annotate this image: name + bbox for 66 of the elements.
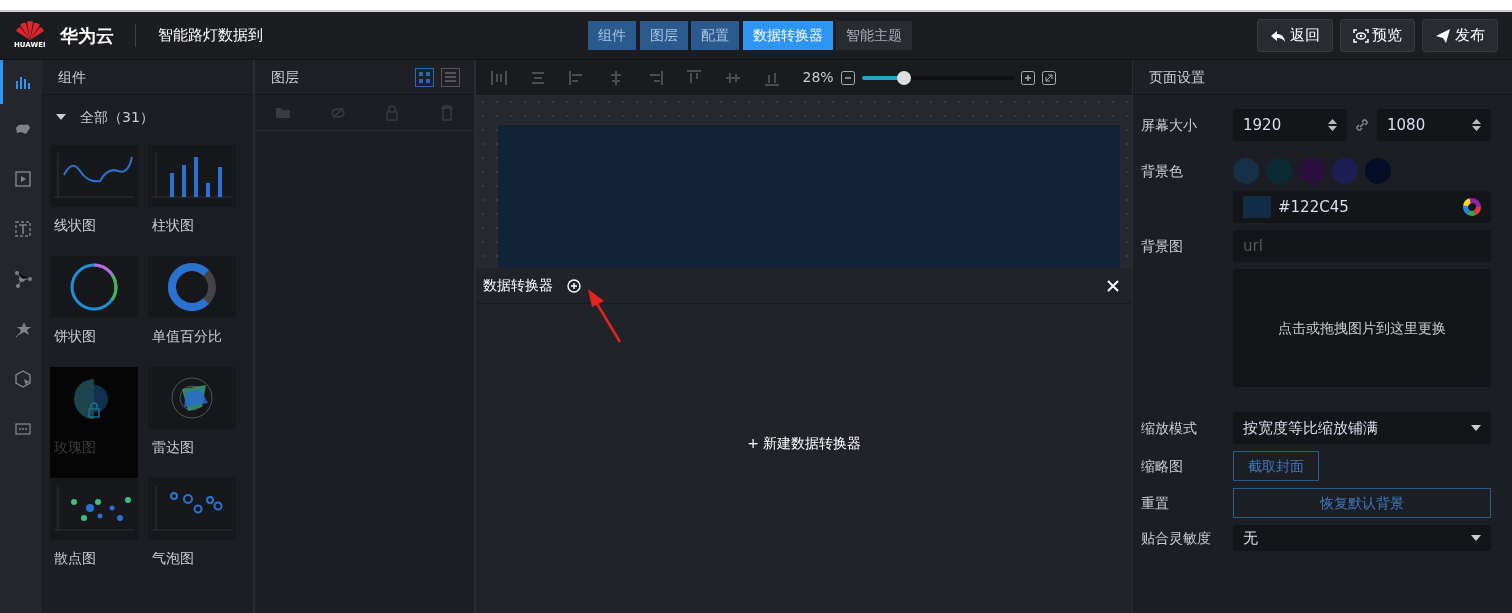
field-label: 缩放模式 — [1140, 418, 1198, 438]
component-label: 散点图 — [53, 549, 97, 568]
project-title: 智能路灯数据到 — [134, 24, 263, 47]
panel-title: 数据转换器 — [483, 276, 554, 295]
field-label: 贴合灵敏度 — [1140, 528, 1212, 548]
caret-down-icon[interactable] — [56, 114, 66, 120]
sparkle-icon[interactable] — [13, 320, 32, 338]
fullscreen-icon[interactable] — [1041, 70, 1056, 85]
close-icon[interactable] — [1107, 279, 1119, 292]
category-label[interactable]: 全部（31） — [80, 106, 154, 128]
zoom-in-icon[interactable] — [1020, 70, 1035, 85]
align-icon[interactable] — [490, 68, 509, 87]
component-label: 饼状图 — [53, 327, 97, 346]
panel-title: 图层 — [271, 67, 300, 87]
nav-tab[interactable]: 配置 — [691, 21, 739, 50]
select-field[interactable]: 无 — [1233, 525, 1491, 551]
color-wheel-icon[interactable] — [1463, 198, 1481, 216]
reset-button[interactable]: 恢复默认背景 — [1233, 488, 1491, 518]
component-label: 气泡图 — [151, 549, 195, 568]
action-button[interactable]: 发布 — [1422, 19, 1498, 52]
url-field[interactable]: url — [1233, 230, 1491, 262]
component-label: 单值百分比 — [151, 327, 223, 346]
nav-tab[interactable]: 图层 — [639, 21, 688, 50]
new-converter-link[interactable]: + 新建数据转换器 — [747, 433, 862, 454]
brand-name: 华为云 — [59, 24, 114, 48]
color-field[interactable]: #122C45 — [1233, 191, 1491, 223]
number-field[interactable]: 1920 — [1233, 109, 1347, 141]
cursor-hexagon-icon[interactable] — [13, 370, 32, 388]
petal-logo-icon — [14, 20, 45, 41]
link-icon[interactable] — [1354, 117, 1370, 133]
select-field[interactable]: 按宽度等比缩放铺满 — [1233, 412, 1491, 444]
component-label: 雷达图 — [151, 438, 195, 457]
color-swatch[interactable] — [1299, 158, 1325, 184]
action-button[interactable]: 返回 — [1257, 19, 1333, 52]
video-icon[interactable] — [13, 170, 32, 188]
annotation-arrow — [586, 288, 623, 344]
zoom-out-icon[interactable] — [840, 70, 855, 85]
capture-button[interactable]: 截取封面 — [1233, 451, 1319, 481]
field-label: 屏幕大小 — [1140, 115, 1198, 135]
nav-tab[interactable]: 组件 — [588, 21, 636, 50]
paper-plane-icon — [1435, 27, 1452, 44]
color-swatch[interactable] — [1332, 158, 1358, 184]
more-icon[interactable] — [13, 420, 32, 438]
field-label: 背景色 — [1140, 161, 1184, 181]
color-swatch[interactable] — [1365, 158, 1391, 184]
network-icon[interactable] — [13, 270, 32, 288]
field-label: 重置 — [1140, 493, 1170, 513]
component-label: 玫瑰图 — [53, 438, 97, 457]
slider-thumb[interactable] — [897, 70, 912, 85]
spinner-icon — [1472, 118, 1481, 132]
action-button[interactable]: 预览 — [1340, 19, 1416, 52]
image-drop-zone[interactable]: 点击或拖拽图片到这里更换 — [1233, 269, 1491, 387]
component-label: 线状图 — [53, 216, 97, 235]
component-label: 柱状图 — [151, 216, 195, 235]
eye-icon — [1353, 27, 1369, 44]
number-field[interactable]: 1080 — [1377, 109, 1491, 141]
caret-down-icon — [1471, 535, 1481, 541]
caret-down-icon — [1471, 425, 1481, 431]
field-label: 缩略图 — [1140, 456, 1184, 476]
zoom-percent: 28% — [802, 68, 834, 87]
nav-tab[interactable]: 智能主题 — [836, 21, 912, 50]
add-circle-icon[interactable] — [567, 278, 582, 293]
field-label: 背景图 — [1140, 236, 1184, 256]
text-icon[interactable] — [13, 220, 32, 238]
spinner-icon — [1328, 118, 1337, 132]
color-swatch[interactable] — [1233, 158, 1259, 184]
